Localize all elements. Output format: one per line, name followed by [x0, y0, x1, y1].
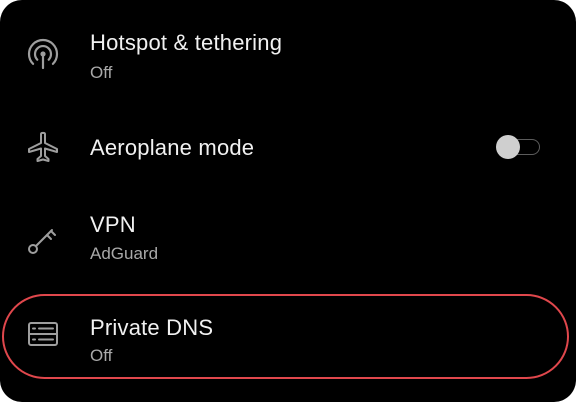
private-dns-icon: [26, 317, 60, 351]
settings-item-hotspot[interactable]: Hotspot & tethering Off: [0, 0, 576, 100]
settings-panel: Hotspot & tethering Off Aeroplane mode V…: [0, 0, 576, 402]
private-dns-title: Private DNS: [90, 315, 214, 340]
settings-item-private-dns[interactable]: Private DNS Off: [0, 300, 576, 400]
airplane-icon: [26, 130, 60, 164]
hotspot-title: Hotspot & tethering: [90, 30, 283, 55]
vpn-key-icon: [26, 222, 60, 256]
settings-item-vpn[interactable]: VPN AdGuard: [0, 200, 576, 300]
aeroplane-mode-title: Aeroplane mode: [90, 135, 255, 160]
hotspot-icon: [26, 37, 60, 71]
hotspot-subtitle: Off: [90, 63, 113, 82]
vpn-subtitle: AdGuard: [90, 244, 159, 263]
settings-item-aeroplane-mode[interactable]: Aeroplane mode: [0, 100, 576, 200]
vpn-title: VPN: [90, 212, 136, 237]
private-dns-subtitle: Off: [90, 346, 113, 365]
toggle-thumb: [496, 135, 520, 159]
aeroplane-mode-toggle[interactable]: [496, 135, 542, 159]
